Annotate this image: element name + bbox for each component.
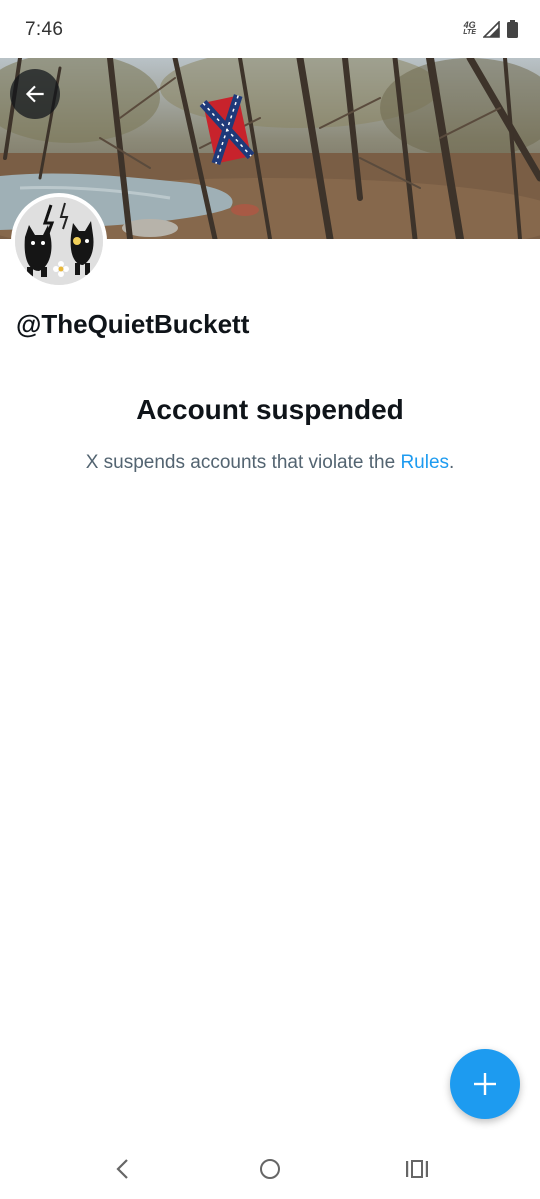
suspended-message-text: X suspends accounts that violate the: [85, 452, 401, 473]
profile-handle: @TheQuietBuckett: [16, 309, 250, 339]
nav-home-button[interactable]: [250, 1153, 290, 1185]
network-type-label: 4G: [463, 20, 476, 30]
network-type-icon: 4G LTE: [463, 21, 476, 37]
signal-icon: [483, 20, 500, 38]
system-nav-bar: [0, 1139, 540, 1199]
back-button[interactable]: [10, 69, 60, 119]
battery-icon: [507, 20, 518, 38]
suspended-title: Account suspended: [136, 394, 404, 425]
suspended-message-end: .: [449, 452, 455, 473]
nav-back-button[interactable]: [103, 1153, 143, 1185]
arrow-left-icon: [25, 85, 44, 103]
status-icons: 4G LTE: [463, 20, 518, 38]
suspended-message: X suspends accounts that violate the Rul…: [0, 452, 540, 474]
plus-icon: [474, 1073, 496, 1095]
avatar-image: [15, 197, 103, 285]
home-icon: [260, 1159, 280, 1179]
status-bar: 7:46 4G LTE: [0, 0, 540, 58]
network-lte-label: LTE: [463, 29, 476, 36]
nav-recents-button[interactable]: [397, 1153, 437, 1185]
back-icon: [116, 1159, 128, 1179]
status-time: 7:46: [25, 19, 64, 40]
profile-screen: 7:46 4G LTE @TheQuietBuckett Account sus…: [0, 0, 540, 1199]
avatar[interactable]: [11, 193, 107, 289]
recents-icon: [406, 1160, 428, 1178]
rules-link[interactable]: Rules: [400, 452, 449, 473]
compose-button[interactable]: [450, 1049, 520, 1119]
